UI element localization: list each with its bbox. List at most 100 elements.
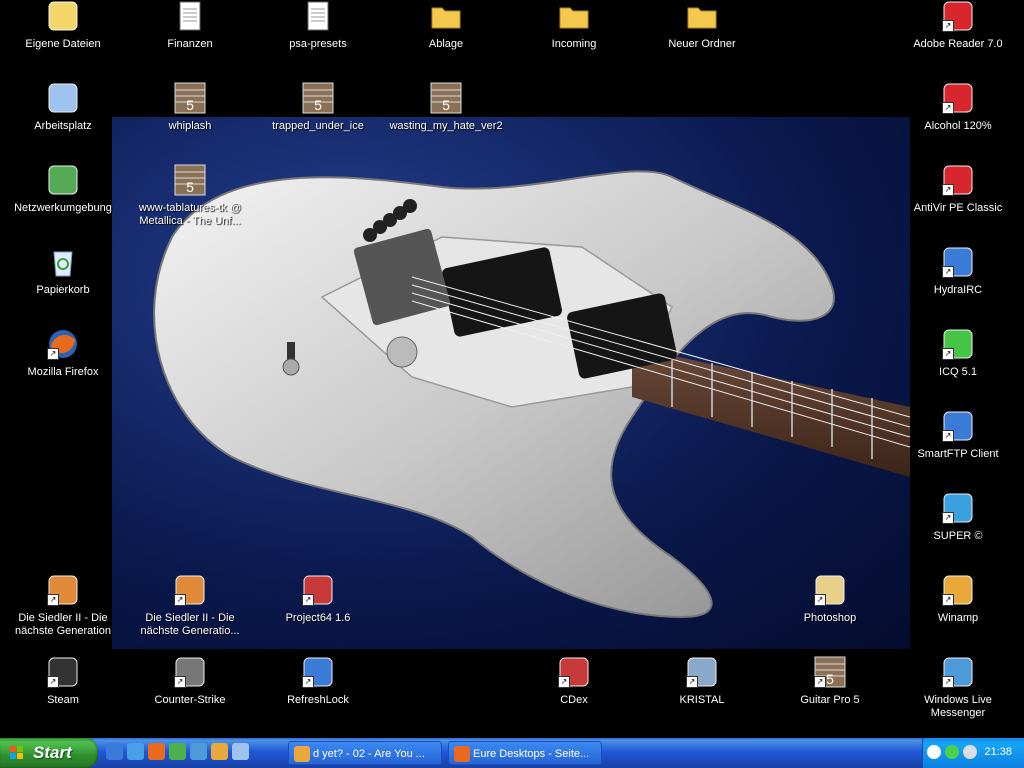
desktop-icon-whiplash[interactable]: 5 whiplash	[128, 82, 252, 133]
icq-icon: ↗	[942, 328, 974, 360]
desktop-icon-label: Counter-Strike	[154, 694, 226, 706]
desktop-icon-label: psa-presets	[289, 38, 347, 50]
svg-text:5: 5	[442, 97, 450, 113]
desktop-icon-arbeitsplatz[interactable]: Arbeitsplatz	[1, 82, 125, 133]
window-icon[interactable]	[232, 743, 249, 760]
desktop-icon-die-siedler-ii-die-n-chste-generation[interactable]: ↗ Die Siedler II - Die nächste Generation	[1, 574, 125, 638]
desktop-icon-incoming[interactable]: Incoming	[512, 0, 636, 51]
desktop-icon-label: Windows Live Messenger	[924, 694, 992, 719]
desktop-icon-label: Arbeitsplatz	[34, 120, 92, 132]
desktop-icon-antivir-pe-classic[interactable]: ↗ AntiVir PE Classic	[896, 164, 1020, 215]
desktop-icon-finanzen[interactable]: Finanzen	[128, 0, 252, 51]
shortcut-arrow-icon: ↗	[174, 594, 186, 606]
media-player-icon[interactable]	[169, 743, 186, 760]
desktop-icon-label: Adobe Reader 7.0	[913, 38, 1003, 50]
desktop-icon-netzwerkumgebung[interactable]: Netzwerkumgebung	[1, 164, 125, 215]
desktop-icon-label: whiplash	[168, 120, 212, 132]
desktop-icon-cdex[interactable]: ↗ CDex	[512, 656, 636, 707]
winamp-icon: ↗	[942, 574, 974, 606]
desktop-icon-label: RefreshLock	[287, 694, 349, 706]
steam-icon: ↗	[47, 656, 79, 688]
desktop-icon-label: Die Siedler II - Die nächste Generatio..…	[140, 612, 240, 637]
start-button[interactable]: Start	[0, 738, 98, 768]
alcohol-120-icon: ↗	[942, 82, 974, 114]
guitar-pro-file-icon: 5	[302, 82, 334, 114]
svg-text:5: 5	[186, 179, 194, 195]
document-icon	[174, 0, 206, 32]
desktop-icon-ablage[interactable]: Ablage	[384, 0, 508, 51]
desktop-icon-alcohol-120[interactable]: ↗ Alcohol 120%	[896, 82, 1020, 133]
desktop-icon-label: Mozilla Firefox	[27, 366, 99, 378]
desktop[interactable]: Eigene Dateien Finanzen psa-presets Ablage I…	[0, 0, 1024, 738]
desktop-icon-label: Die Siedler II - Die nächste Generation	[14, 612, 111, 637]
clock[interactable]: 21:38	[984, 746, 1012, 758]
desktop-icon-label: Steam	[47, 694, 79, 706]
task-firefox[interactable]: Eure Desktops - Seite...	[448, 741, 602, 765]
desktop-icon-kristal[interactable]: ↗ KRISTAL	[640, 656, 764, 707]
siedler-icon: ↗	[47, 574, 79, 606]
quick-launch	[106, 743, 253, 763]
shortcut-arrow-icon: ↗	[942, 102, 954, 114]
desktop-icon-die-siedler-ii-die-n-chste-generatio[interactable]: ↗ Die Siedler II - Die nächste Generatio.…	[128, 574, 252, 638]
desktop-icon-label: HydraIRC	[933, 284, 983, 296]
my-computer-icon	[47, 82, 79, 114]
desktop-icon-smartftp-client[interactable]: ↗ SmartFTP Client	[896, 410, 1020, 461]
show-desktop-icon[interactable]	[106, 743, 123, 760]
winamp-icon[interactable]	[211, 743, 228, 760]
task-winamp[interactable]: d yet? - 02 - Are You ...	[288, 741, 442, 765]
desktop-icon-icq-5-1[interactable]: ↗ ICQ 5.1	[896, 328, 1020, 379]
shortcut-arrow-icon: ↗	[686, 676, 698, 688]
desktop-icon-project64-1-6[interactable]: ↗ Project64 1.6	[256, 574, 380, 625]
shortcut-arrow-icon: ↗	[47, 594, 59, 606]
desktop-icon-neuer-ordner[interactable]: Neuer Ordner	[640, 0, 764, 51]
desktop-icon-photoshop[interactable]: ↗ Photoshop	[768, 574, 892, 625]
desktop-icon-papierkorb[interactable]: Papierkorb	[1, 246, 125, 297]
desktop-icon-steam[interactable]: ↗ Steam	[1, 656, 125, 707]
shortcut-arrow-icon: ↗	[942, 512, 954, 524]
desktop-icon-label: Project64 1.6	[285, 612, 351, 624]
desktop-icon-refreshlock[interactable]: ↗ RefreshLock	[256, 656, 380, 707]
desktop-icon-www-tablatures-tk-metallica-the-unf[interactable]: 5 www-tablatures-tk @ Metallica - The Unf…	[128, 164, 252, 228]
desktop-icon-trapped-under-ice[interactable]: 5 trapped_under_ice	[256, 82, 380, 133]
shortcut-arrow-icon: ↗	[302, 676, 314, 688]
desktop-icon-label: Finanzen	[167, 38, 213, 50]
folder-icon	[558, 0, 590, 32]
desktop-icon-adobe-reader-7-0[interactable]: ↗ Adobe Reader 7.0	[896, 0, 1020, 51]
desktop-icon-hydrairc[interactable]: ↗ HydraIRC	[896, 246, 1020, 297]
project64-icon: ↗	[302, 574, 334, 606]
desktop-icon-label: SmartFTP Client	[917, 448, 999, 460]
windows-logo-icon	[10, 746, 23, 759]
task-label: d yet? - 02 - Are You ...	[313, 748, 425, 760]
folder-icon	[430, 0, 462, 32]
shortcut-arrow-icon: ↗	[558, 676, 570, 688]
desktop-icon-label: AntiVir PE Classic	[913, 202, 1003, 214]
icq-tray-icon[interactable]	[945, 745, 959, 759]
winamp-icon	[294, 746, 310, 762]
firefox-icon[interactable]	[148, 743, 165, 760]
shortcut-arrow-icon: ↗	[47, 676, 59, 688]
desktop-icon-psa-presets[interactable]: psa-presets	[256, 0, 380, 51]
hydrairc-icon: ↗	[942, 246, 974, 278]
tray-expand-icon[interactable]	[927, 745, 941, 759]
desktop-icon-label: trapped_under_ice	[272, 120, 364, 132]
desktop-icon-counter-strike[interactable]: ↗ Counter-Strike	[128, 656, 252, 707]
siedler-icon: ↗	[174, 574, 206, 606]
shortcut-arrow-icon: ↗	[942, 594, 954, 606]
task-label: Eure Desktops - Seite...	[473, 748, 590, 760]
desktop-icon-guitar-pro-5[interactable]: 5 ↗ Guitar Pro 5	[768, 656, 892, 707]
desktop-icon-label: Ablage	[428, 38, 464, 50]
guitar-pro-file-icon: 5	[174, 82, 206, 114]
network-tray-icon[interactable]	[963, 745, 977, 759]
desktop-icon-label: KRISTAL	[679, 694, 725, 706]
messenger-icon[interactable]	[190, 743, 207, 760]
desktop-icon-windows-live-messenger[interactable]: ↗ Windows Live Messenger	[896, 656, 1020, 720]
smartftp-icon: ↗	[942, 410, 974, 442]
desktop-icon-super[interactable]: ↗ SUPER ©	[896, 492, 1020, 543]
desktop-icon-winamp[interactable]: ↗ Winamp	[896, 574, 1020, 625]
desktop-icon-wasting-my-hate-ver2[interactable]: 5 wasting_my_hate_ver2	[384, 82, 508, 133]
guitar-pro-icon: 5 ↗	[814, 656, 846, 688]
desktop-icon-eigene-dateien[interactable]: Eigene Dateien	[1, 0, 125, 51]
internet-explorer-icon[interactable]	[127, 743, 144, 760]
antivir-icon: ↗	[942, 164, 974, 196]
desktop-icon-mozilla-firefox[interactable]: ↗ Mozilla Firefox	[1, 328, 125, 379]
